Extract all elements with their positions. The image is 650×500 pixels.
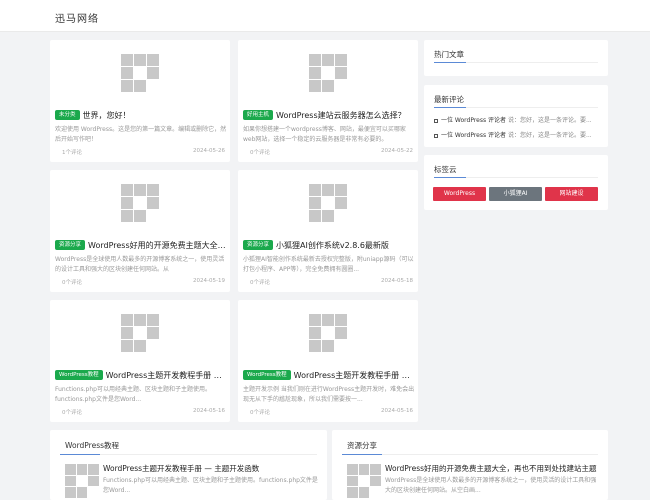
post-card[interactable]: 资源分享WordPress好用的开源免费主题大全，再也不用到处找建站主题 Wor…	[50, 170, 230, 292]
widget-title: 热门文章	[434, 50, 464, 59]
widget-title: 最新评论	[434, 95, 464, 104]
comment-icon	[434, 133, 438, 138]
section-title[interactable]: WordPress教程	[65, 440, 119, 451]
post-thumbnail[interactable]	[238, 40, 418, 106]
category-section-resources: 资源分享 WordPress好用的开源免费主题大全，再也不用到处找建站主题 Wo…	[332, 430, 608, 500]
post-card[interactable]: 好用主机 WordPress建站云服务器怎么选择？ 如果你想搭建一个wordpre…	[238, 40, 418, 162]
post-thumbnail[interactable]	[50, 170, 230, 236]
image-placeholder-icon	[309, 314, 347, 352]
post-date: 2024-05-26	[193, 148, 225, 154]
post-date: 2024-05-19	[193, 278, 225, 284]
post-thumbnail[interactable]	[238, 170, 418, 236]
post-title[interactable]: WordPress主题开发教程手册 — 主题开发	[294, 370, 415, 381]
post-thumbnail[interactable]	[50, 300, 230, 366]
post-date: 2024-05-16	[381, 408, 413, 414]
post-excerpt: 如果你想搭建一个wordpress博客、网站，最便宜可以买哪家web网站，选择一…	[243, 126, 406, 143]
comment-count: 1个评论	[62, 150, 82, 156]
comment-count: 0个评论	[250, 410, 270, 416]
top-bar: 迅马网络	[0, 0, 650, 32]
section-post-thumbnail[interactable]	[65, 464, 99, 500]
post-title[interactable]: 小狐狸AI创作系统v2.8.6最新版	[276, 240, 389, 251]
category-tag[interactable]: WordPress教程	[55, 370, 103, 380]
section-post-thumbnail[interactable]	[347, 464, 381, 500]
post-excerpt: Functions.php可以用经典主题、区块主题和子主题使用。function…	[55, 386, 211, 403]
category-section-wordpress-tutorial: WordPress教程 WordPress主题开发教程手册 — 主题开发函数 F…	[50, 430, 327, 500]
comment-count: 0个评论	[250, 280, 270, 286]
post-thumbnail[interactable]	[50, 40, 230, 106]
post-card[interactable]: 未分类 世界，您好！ 欢迎使用 WordPress。这是您的第一篇文章。编辑或删除…	[50, 40, 230, 162]
comment-icon	[434, 118, 438, 123]
post-thumbnail[interactable]	[238, 300, 418, 366]
post-card[interactable]: WordPress教程WordPress主题开发教程手册 — 主题开发 主题开发…	[238, 300, 418, 422]
comment-count: 0个评论	[62, 410, 82, 416]
post-excerpt: 欢迎使用 WordPress。这是您的第一篇文章。编辑或删除它，然后开始写作吧！	[55, 126, 227, 143]
post-card[interactable]: 资源分享 小狐狸AI创作系统v2.8.6最新版 小狐狸AI智能创作系统最新去授权完…	[238, 170, 418, 292]
category-tag[interactable]: 好用主机	[243, 110, 274, 120]
image-placeholder-icon	[347, 464, 381, 498]
section-title[interactable]: 资源分享	[347, 440, 377, 451]
post-title[interactable]: WordPress好用的开源免费主题大全，再也不用到处找建站主题	[88, 240, 227, 251]
image-placeholder-icon	[121, 54, 159, 92]
image-placeholder-icon	[121, 184, 159, 222]
section-post-title[interactable]: WordPress好用的开源免费主题大全，再也不用到处找建站主题	[385, 463, 600, 474]
post-excerpt: 主题开发示例 当我们刚在进行WordPress主题开发时，难免会出现无从下手的尴…	[243, 386, 415, 403]
image-placeholder-icon	[309, 184, 347, 222]
hot-posts-widget: 热门文章	[424, 40, 608, 76]
comment-count: 0个评论	[62, 280, 82, 286]
tag-wordpress[interactable]: WordPress	[433, 187, 486, 201]
image-placeholder-icon	[65, 464, 99, 498]
post-card[interactable]: WordPress教程WordPress主题开发教程手册 — 主题开发函数 Fu…	[50, 300, 230, 422]
category-tag[interactable]: 资源分享	[55, 240, 86, 250]
comment-item[interactable]: 一位 WordPress 评论者 说：您好，这是一条评论。要...	[434, 115, 604, 124]
tag-xiaohuli-ai[interactable]: 小狐狸AI	[489, 187, 542, 201]
post-title[interactable]: WordPress主题开发教程手册 — 主题开发函数	[106, 370, 227, 381]
recent-comments-widget: 最新评论 一位 WordPress 评论者 说：您好，这是一条评论。要... 一…	[424, 85, 608, 147]
comment-item[interactable]: 一位 WordPress 评论者 说：您好，这是一条评论。要...	[434, 130, 604, 139]
comment-count: 0个评论	[250, 150, 270, 156]
section-post-excerpt: Functions.php可以用经典主题、区块主题和子主题使用。function…	[103, 477, 318, 494]
widget-title: 标签云	[434, 165, 457, 174]
post-title[interactable]: 世界，您好！	[83, 110, 131, 121]
category-tag[interactable]: WordPress教程	[243, 370, 291, 380]
tag-cloud-widget: 标签云 WordPress 小狐狸AI 网站建设	[424, 155, 608, 210]
post-date: 2024-05-22	[381, 148, 413, 154]
image-placeholder-icon	[121, 314, 159, 352]
category-tag[interactable]: 未分类	[55, 110, 80, 120]
section-post-excerpt: WordPress是全球使用人数最多的开源博客系统之一，使用灵活的设计工具和强大…	[385, 477, 597, 494]
post-excerpt: 小狐狸AI智能创作系统最新去授权完整版，附uniapp源码（可以打包小程序、AP…	[243, 256, 414, 273]
post-date: 2024-05-16	[193, 408, 225, 414]
tag-website-build[interactable]: 网站建设	[545, 187, 598, 201]
site-title[interactable]: 迅马网络	[55, 10, 99, 25]
post-date: 2024-05-18	[381, 278, 413, 284]
post-excerpt: WordPress是全球使用人数最多的开源博客系统之一，使用灵活的设计工具和强大…	[55, 256, 225, 273]
category-tag[interactable]: 资源分享	[243, 240, 274, 250]
image-placeholder-icon	[309, 54, 347, 92]
post-title[interactable]: WordPress建站云服务器怎么选择？	[276, 110, 406, 121]
section-post-title[interactable]: WordPress主题开发教程手册 — 主题开发函数	[103, 463, 319, 474]
